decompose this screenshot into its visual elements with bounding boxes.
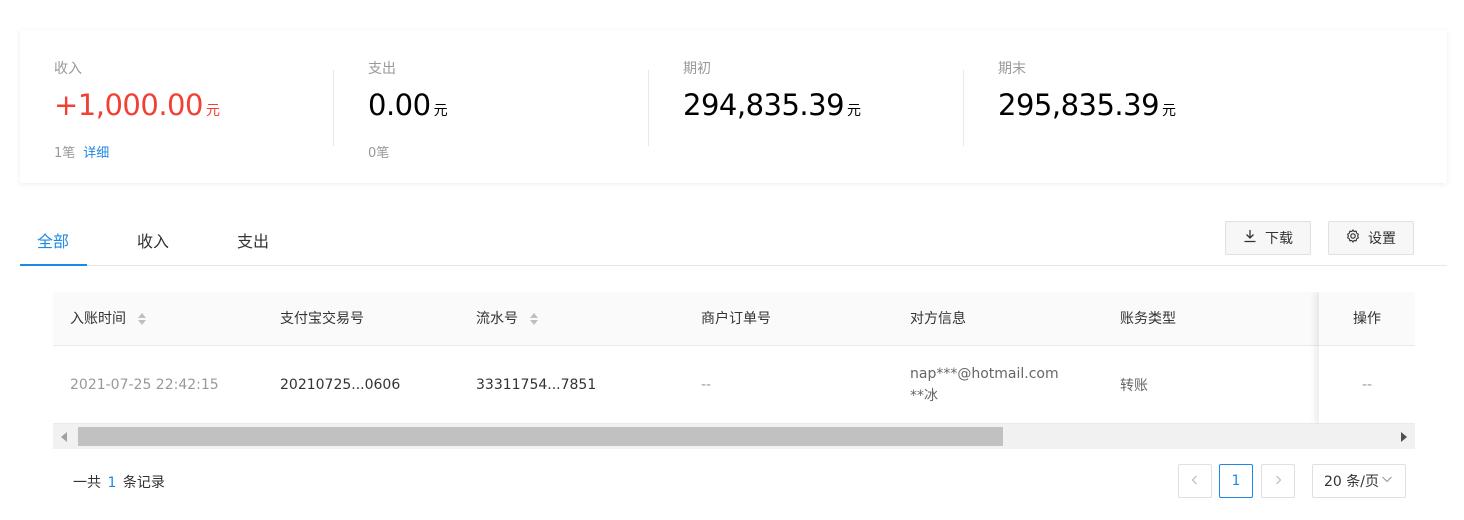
tab-bar: 全部 收入 支出 下载 设置 [20, 214, 1447, 266]
column-header-serial-no[interactable]: 流水号 [476, 292, 538, 346]
column-header-alipay-trade-no: 支付宝交易号 [280, 311, 364, 327]
income-count: 1笔 [54, 146, 76, 161]
cell-action: -- [1319, 346, 1415, 424]
download-label: 下载 [1265, 231, 1293, 247]
income-unit: 元 [205, 103, 220, 119]
fixed-action-column: 操作 -- [1319, 292, 1415, 424]
table-header: 入账时间 支付宝交易号 流水号 商户订单号 对方信息 账务类型 [53, 292, 1415, 346]
stat-divider [963, 70, 964, 146]
expense-unit: 元 [433, 103, 448, 119]
income-sub: 1笔 详细 [54, 142, 109, 161]
counterparty-account: nap***@hotmail.com [910, 366, 1059, 382]
download-button[interactable]: 下载 [1225, 221, 1311, 255]
total-count: 1 [107, 475, 117, 491]
total-suffix: 条记录 [122, 475, 165, 491]
closing-amount: 295,835.39 元 [998, 88, 1176, 122]
scroll-left-icon[interactable] [61, 432, 67, 442]
column-header-time[interactable]: 入账时间 [70, 292, 146, 346]
sort-icon[interactable] [530, 313, 538, 325]
column-header-label: 流水号 [476, 311, 518, 327]
column-header-type: 账务类型 [1120, 311, 1176, 327]
opening-amount: 294,835.39 元 [683, 88, 861, 122]
expense-label: 支出 [368, 61, 396, 77]
prev-page-button[interactable] [1178, 464, 1212, 498]
gear-icon [1346, 229, 1360, 247]
column-header-action: 操作 [1319, 292, 1415, 346]
settings-label: 设置 [1368, 231, 1396, 247]
tab-all[interactable]: 全部 [37, 214, 69, 266]
expense-value: 0.00 [368, 88, 431, 122]
closing-unit: 元 [1162, 103, 1177, 119]
column-header-label: 入账时间 [70, 311, 126, 327]
scroll-right-icon[interactable] [1401, 432, 1407, 442]
cell-time: 2021-07-25 22:42:15 [70, 377, 219, 393]
income-detail-link[interactable]: 详细 [83, 146, 109, 161]
opening-unit: 元 [847, 103, 862, 119]
income-value: +1,000.00 [54, 88, 203, 122]
cell-counterparty: nap***@hotmail.com **冰 [910, 346, 1059, 424]
sort-icon[interactable] [138, 313, 146, 325]
cell-serial-no: 33311754...7851 [476, 377, 597, 393]
download-icon [1243, 229, 1257, 247]
expense-sub: 0笔 [368, 142, 389, 161]
column-header-merchant-order-no: 商户订单号 [701, 311, 771, 327]
closing-value: 295,835.39 [998, 88, 1160, 122]
expense-count: 0笔 [368, 146, 390, 161]
active-tab-indicator [20, 264, 87, 266]
table-row: 2021-07-25 22:42:15 20210725...0606 3331… [53, 346, 1415, 424]
page-1-button[interactable]: 1 [1219, 464, 1253, 498]
tab-income[interactable]: 收入 [137, 214, 169, 266]
chevron-down-icon [1379, 473, 1393, 489]
next-page-button[interactable] [1261, 464, 1295, 498]
closing-label: 期末 [998, 61, 1026, 77]
scrollbar-thumb[interactable] [78, 427, 1003, 446]
income-label: 收入 [54, 61, 82, 77]
settings-button[interactable]: 设置 [1328, 221, 1414, 255]
income-amount: +1,000.00 元 [54, 88, 220, 122]
cell-alipay-trade-no: 20210725...0606 [280, 377, 401, 393]
stat-divider [648, 70, 649, 146]
page-size-select[interactable]: 20 条/页 [1312, 464, 1406, 498]
cell-type: 转账 [1120, 378, 1148, 394]
stat-divider [333, 70, 334, 146]
counterparty-name: **冰 [910, 388, 938, 404]
horizontal-scrollbar[interactable] [53, 424, 1415, 449]
total-prefix: 一共 [73, 475, 101, 491]
tab-expense[interactable]: 支出 [237, 214, 269, 266]
opening-value: 294,835.39 [683, 88, 845, 122]
chevron-right-icon [1273, 473, 1283, 489]
page-size-value: 20 条/页 [1324, 474, 1379, 490]
chevron-left-icon [1190, 473, 1200, 489]
summary-card: 收入 +1,000.00 元 1笔 详细 支出 0.00 元 0笔 期初 294,83… [20, 30, 1447, 183]
cell-merchant-order-no: -- [701, 377, 712, 393]
transactions-table: 入账时间 支付宝交易号 流水号 商户订单号 对方信息 账务类型 2021-07-… [53, 292, 1415, 449]
expense-amount: 0.00 元 [368, 88, 448, 122]
column-header-counterparty: 对方信息 [910, 311, 966, 327]
opening-label: 期初 [683, 61, 711, 77]
total-records: 一共 1 条记录 [73, 472, 165, 492]
